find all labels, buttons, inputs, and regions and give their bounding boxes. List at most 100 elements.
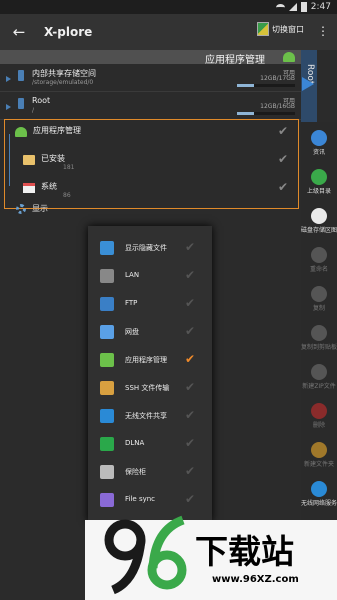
menu-item-wifi-share[interactable]: 无线文件共享 ✔	[88, 404, 212, 428]
check-icon[interactable]: ✔	[185, 380, 195, 394]
menu-item-vault[interactable]: 保险柜 ✔	[88, 460, 212, 484]
check-icon[interactable]: ✔	[185, 436, 195, 450]
volume-name: 内部共享存储空间	[32, 69, 96, 78]
show-button[interactable]: 显示	[16, 203, 48, 214]
lan-icon	[100, 269, 114, 283]
sync-icon	[100, 493, 114, 507]
back-arrow-icon[interactable]: ←	[4, 23, 34, 41]
show-label: 显示	[32, 204, 48, 213]
toolbar-label: 新建文件夹	[303, 461, 334, 468]
check-icon[interactable]: ✔	[185, 492, 195, 506]
toolbar-label: 上级目录	[306, 188, 331, 195]
copy-icon	[311, 286, 327, 302]
toolbar-label: 新建ZIP文件	[302, 383, 336, 390]
volume-row-internal[interactable]: 内部共享存储空间 /storage/emulated/0 可用 12GB/17G…	[0, 64, 301, 92]
volume-path: /storage/emulated/0	[32, 79, 94, 86]
phone-icon	[18, 98, 24, 109]
tree-item-system[interactable]: 系统 86 ✔	[5, 178, 298, 206]
status-bar: 2:47	[0, 0, 337, 14]
toolbar-new-folder-button[interactable]: 新建文件夹	[301, 438, 337, 476]
volume-size: 12GB/16GB	[260, 103, 295, 110]
menu-item-eye[interactable]: 显示隐藏文件 ✔	[88, 236, 212, 260]
toolbar-pie-chart-button[interactable]: 磁盘存储区图	[301, 204, 337, 242]
tree-item-app-manager[interactable]: 应用程序管理 ✔	[5, 122, 298, 150]
battery-icon	[300, 2, 307, 12]
toolbar-up-arrow-button[interactable]: 上级目录	[301, 165, 337, 203]
wifi-share-icon	[100, 409, 114, 423]
volume-usage-bar	[237, 112, 295, 115]
toolbar-label: 资讯	[312, 149, 325, 156]
watermark-url: www.96XZ.com	[212, 574, 299, 585]
expand-arrow-icon[interactable]	[6, 76, 11, 82]
volume-usage-fill	[237, 112, 255, 115]
check-icon[interactable]: ✔	[185, 352, 195, 366]
toolbar-label: 无线网络服务	[301, 500, 337, 507]
toolbar-rename-button[interactable]: 重命名	[301, 243, 337, 281]
cloud-icon	[100, 325, 114, 339]
check-icon[interactable]: ✔	[278, 180, 288, 194]
menu-item-label: 保险柜	[125, 468, 146, 476]
toolbar-copy-button[interactable]: 复制	[301, 282, 337, 320]
volume-row-root[interactable]: Root / 可用 12GB/16GB	[0, 92, 301, 120]
info-icon	[311, 130, 327, 146]
wifi-icon	[311, 481, 327, 497]
clipboard-icon	[311, 325, 327, 341]
ssh-icon	[100, 381, 114, 395]
menu-item-cloud[interactable]: 网盘 ✔	[88, 320, 212, 344]
menu-item-label: 无线文件共享	[125, 412, 167, 420]
pane-arrow-icon	[302, 77, 314, 91]
toolbar-label: 复制到剪贴板	[301, 344, 337, 351]
show-menu-popup: 显示隐藏文件 ✔ LAN ✔ FTP ✔ 网盘 ✔ 应用程序管理 ✔ SSH 文件传输 ✔ 无线文件共享…	[88, 226, 212, 522]
toolbar-clipboard-button[interactable]: 复制到剪贴板	[301, 321, 337, 359]
check-icon[interactable]: ✔	[278, 124, 288, 138]
tree-item-count: 86	[63, 192, 71, 199]
check-icon[interactable]: ✔	[185, 240, 195, 254]
rename-icon	[311, 247, 327, 263]
check-icon[interactable]: ✔	[185, 268, 195, 282]
android-icon	[15, 127, 27, 137]
menu-item-android[interactable]: 应用程序管理 ✔	[88, 348, 212, 372]
phone-icon	[18, 70, 24, 81]
menu-item-dlna[interactable]: DLNA ✔	[88, 432, 212, 456]
check-icon[interactable]: ✔	[278, 152, 288, 166]
check-icon[interactable]: ✔	[185, 296, 195, 310]
menu-item-ssh[interactable]: SSH 文件传输 ✔	[88, 376, 212, 400]
menu-item-ftp[interactable]: FTP ✔	[88, 292, 212, 316]
pane-header: 应用程序管理	[0, 50, 301, 66]
check-icon[interactable]: ✔	[185, 408, 195, 422]
menu-item-label: 应用程序管理	[125, 356, 167, 364]
dlna-icon	[100, 437, 114, 451]
menu-item-label: FTP	[125, 299, 138, 307]
toolbar-label: 删除	[312, 422, 325, 429]
toolbar-trash-button[interactable]: 删除	[301, 399, 337, 437]
toolbar-zip-button[interactable]: 新建ZIP文件	[301, 360, 337, 398]
check-icon[interactable]: ✔	[185, 324, 195, 338]
zip-icon	[311, 364, 327, 380]
menu-item-label: File sync	[125, 495, 156, 503]
menu-item-label: LAN	[125, 271, 140, 279]
menu-item-label: 显示隐藏文件	[125, 244, 167, 252]
menu-item-label: SSH 文件传输	[125, 384, 170, 392]
expand-arrow-icon[interactable]	[6, 104, 11, 110]
volume-usage-fill	[237, 84, 255, 87]
android-icon	[283, 52, 295, 62]
tree-item-label: 应用程序管理	[33, 126, 81, 135]
more-vert-icon[interactable]: ⋮	[317, 24, 329, 38]
toolbar-wifi-button[interactable]: 无线网络服务	[301, 477, 337, 515]
tree-item-installed[interactable]: 已安装 181 ✔	[5, 150, 298, 178]
eye-icon	[100, 241, 114, 255]
menu-item-sync[interactable]: File sync ✔	[88, 488, 212, 512]
menu-item-lan[interactable]: LAN ✔	[88, 264, 212, 288]
toolbar-label: 重命名	[309, 266, 328, 273]
signal-icon	[288, 3, 297, 11]
map-icon	[257, 22, 269, 36]
ftp-icon	[100, 297, 114, 311]
toolbar-label: 复制	[312, 305, 325, 312]
gear-icon	[16, 203, 26, 214]
wifi-status-icon	[275, 3, 285, 11]
volume-size: 12GB/17GB	[260, 75, 295, 82]
toolbar-info-button[interactable]: 资讯	[301, 126, 337, 164]
check-icon[interactable]: ✔	[185, 464, 195, 478]
switch-window-button[interactable]: 切换窗口	[257, 22, 304, 36]
app-title: X-plore	[44, 25, 93, 39]
